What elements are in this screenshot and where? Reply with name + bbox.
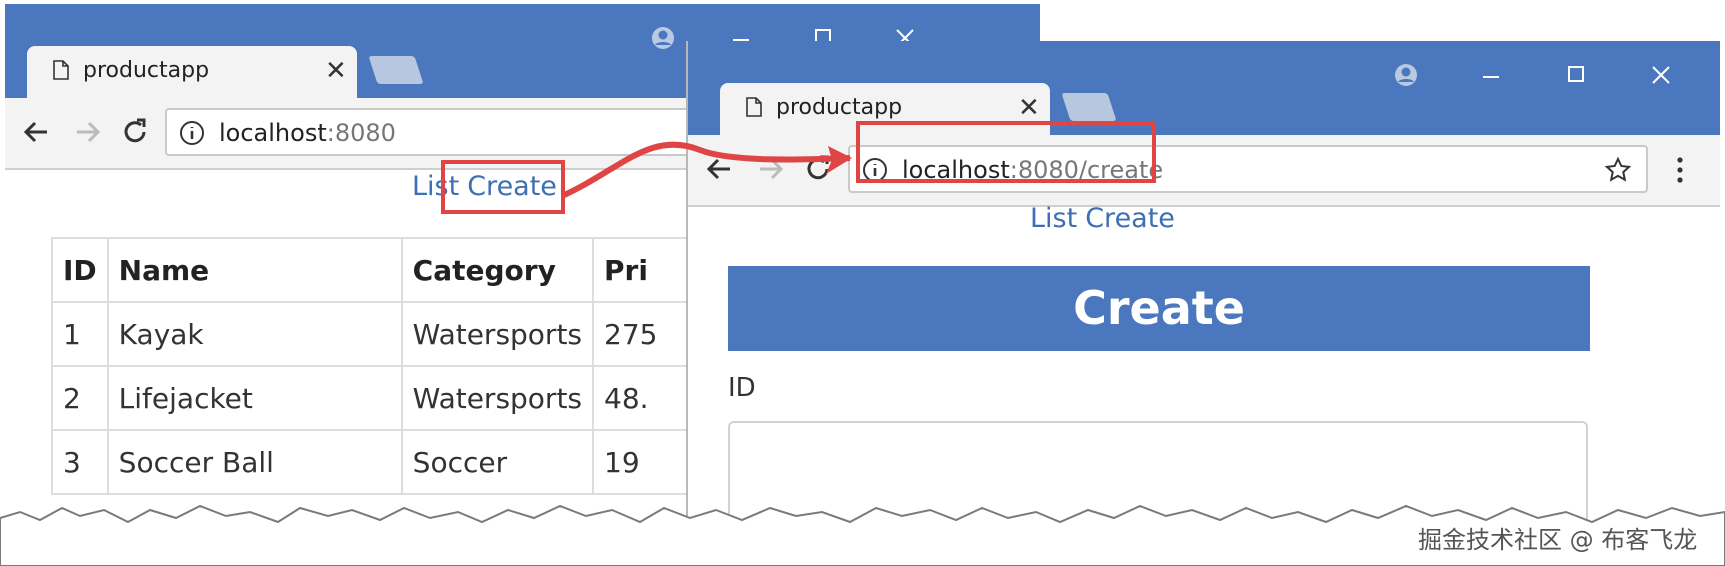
- new-tab-button[interactable]: [1061, 93, 1117, 121]
- back-arrow-icon[interactable]: [700, 149, 740, 189]
- page-icon: [53, 60, 69, 80]
- id-label: ID: [728, 373, 756, 403]
- kebab-menu-icon[interactable]: [1668, 153, 1692, 187]
- nav-link-list[interactable]: List: [1030, 203, 1077, 234]
- cell-name: Kayak: [106, 301, 403, 367]
- column-header-name: Name: [106, 237, 403, 303]
- nav-links: List Create: [1030, 203, 1183, 235]
- reload-icon[interactable]: [798, 149, 838, 189]
- new-tab-button[interactable]: [368, 56, 424, 84]
- maximize-icon[interactable]: [1558, 57, 1594, 93]
- profile-icon[interactable]: [1388, 57, 1424, 93]
- page-icon: [746, 97, 762, 117]
- star-icon[interactable]: [1604, 156, 1632, 184]
- forward-arrow-icon[interactable]: [67, 112, 107, 152]
- column-header-category: Category: [400, 237, 595, 303]
- info-icon[interactable]: [179, 120, 205, 146]
- table-row: 2 Lifejacket Watersports 48.: [51, 365, 715, 431]
- title-bar: productapp ✕: [688, 41, 1720, 135]
- tab-title: productapp: [776, 95, 903, 120]
- reload-icon[interactable]: [115, 112, 155, 152]
- browser-toolbar: localhost:8080/create: [688, 135, 1720, 207]
- highlight-address-bar: [856, 121, 1156, 183]
- url-text: localhost:8080: [219, 118, 396, 148]
- cell-name: Lifejacket: [106, 365, 403, 431]
- watermark: 掘金技术社区 @ 布客飞龙: [1418, 526, 1698, 554]
- highlight-create-link: [441, 160, 565, 214]
- window-close-icon[interactable]: [1643, 57, 1679, 93]
- back-arrow-icon[interactable]: [17, 112, 57, 152]
- url-path: :8080: [326, 119, 396, 147]
- cell-id: 2: [51, 365, 109, 431]
- page-title: Create: [728, 266, 1590, 351]
- cell-id: 1: [51, 301, 109, 367]
- products-table: ID Name Category Pri 1 Kayak Watersports…: [51, 237, 715, 495]
- table-header-row: ID Name Category Pri: [51, 237, 715, 303]
- close-icon[interactable]: ✕: [1018, 95, 1040, 121]
- table-row: 1 Kayak Watersports 275: [51, 301, 715, 367]
- tab-title: productapp: [83, 58, 210, 83]
- minimize-icon[interactable]: [1473, 57, 1509, 93]
- column-header-id: ID: [51, 237, 109, 303]
- url-host: localhost: [219, 119, 327, 147]
- nav-link-create[interactable]: Create: [1085, 203, 1175, 234]
- cell-category: Watersports: [400, 365, 595, 431]
- close-icon[interactable]: ✕: [325, 58, 347, 84]
- profile-icon[interactable]: [645, 20, 681, 56]
- tab-productapp[interactable]: productapp ✕: [27, 46, 357, 98]
- cell-category: Watersports: [400, 301, 595, 367]
- forward-arrow-icon[interactable]: [750, 149, 790, 189]
